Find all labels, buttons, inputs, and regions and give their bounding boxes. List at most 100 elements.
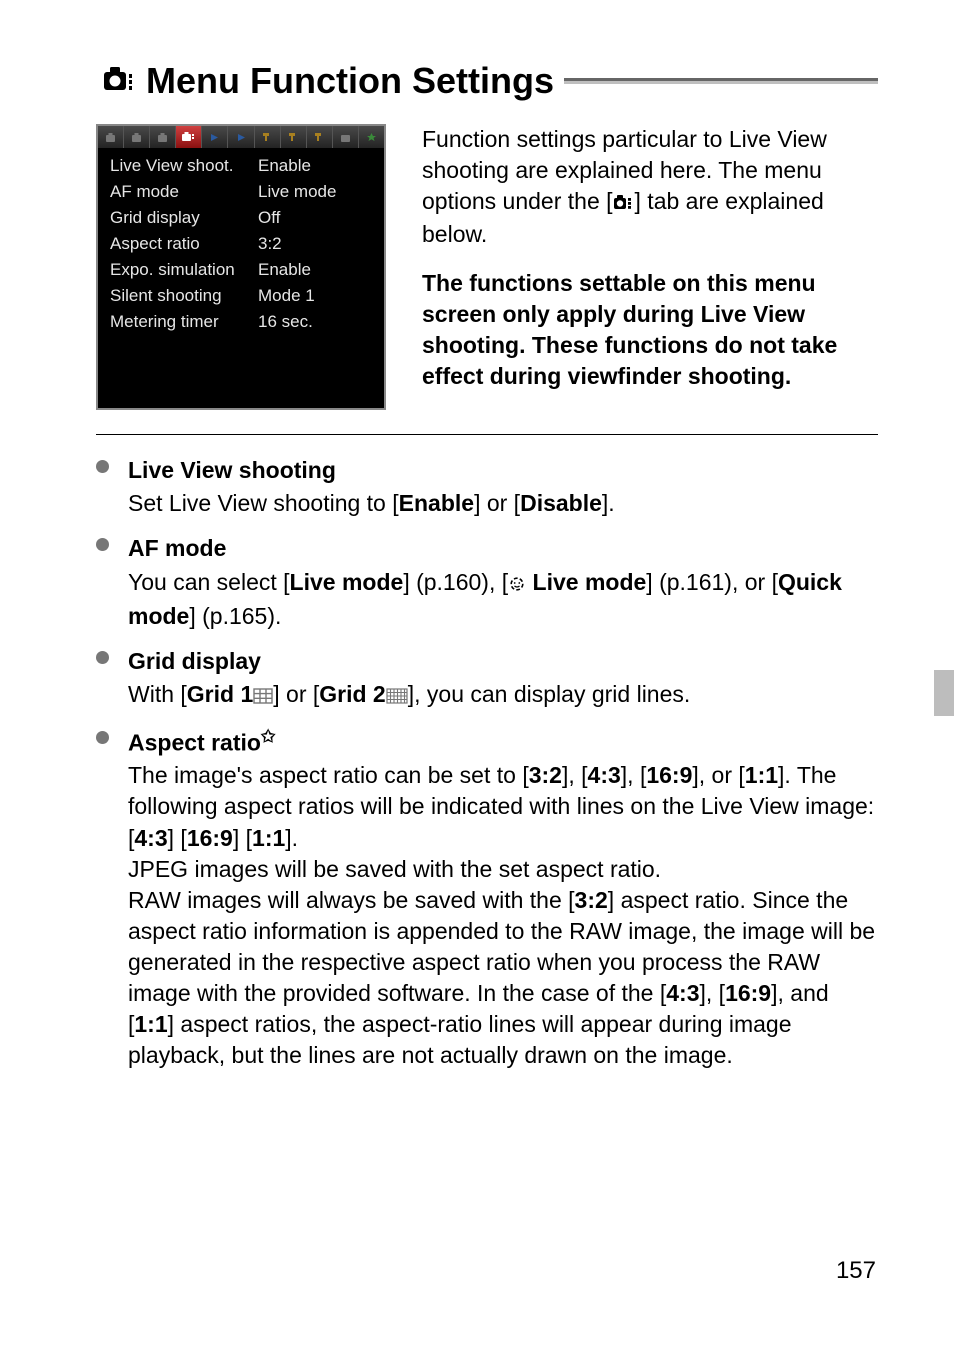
- bullet-title-text: Aspect ratio: [128, 729, 261, 755]
- bullet-grid-display: Grid display With [Grid 1 ] or [Grid 2 ], …: [96, 646, 878, 712]
- menu-tab: [228, 126, 254, 148]
- body-text: The image's aspect ratio can be set to [: [128, 762, 529, 788]
- body-text: ].: [602, 490, 615, 516]
- body-text: ] (p.165).: [189, 603, 281, 629]
- menu-row-value: Live mode: [258, 182, 372, 202]
- face-detect-icon: [508, 570, 526, 601]
- body-text: ], [: [700, 980, 726, 1006]
- body-text: Set Live View shooting to [: [128, 490, 399, 516]
- body-bold: 4:3: [134, 825, 167, 851]
- menu-row: Live View shoot. Enable: [98, 153, 384, 179]
- body-bold: 1:1: [134, 1011, 167, 1037]
- menu-rows: Live View shoot. Enable AF mode Live mod…: [98, 149, 384, 341]
- bullet-title: Grid display: [128, 646, 878, 677]
- body-text: ] [: [233, 825, 252, 851]
- body-text: ] aspect ratios, the aspect-ratio lines …: [128, 1011, 792, 1068]
- menu-tab: [281, 126, 307, 148]
- menu-row-value: Mode 1: [258, 286, 372, 306]
- body-bold: Live mode: [290, 569, 404, 595]
- divider: [96, 434, 878, 435]
- menu-row-label: Expo. simulation: [110, 260, 258, 280]
- bullet-body: The image's aspect ratio can be set to […: [128, 760, 878, 1070]
- menu-tab: [150, 126, 176, 148]
- menu-row-value: Off: [258, 208, 372, 228]
- body-bold: 1:1: [745, 762, 778, 788]
- body-bold: 1:1: [252, 825, 285, 851]
- menu-tab: [202, 126, 228, 148]
- body-bold: Grid 2: [319, 681, 385, 707]
- body-bold: 16:9: [187, 825, 233, 851]
- menu-tab-bar: [98, 126, 384, 149]
- body-bold: 4:3: [588, 762, 621, 788]
- menu-row-value: 3:2: [258, 234, 372, 254]
- bullet-marker-icon: [96, 731, 109, 744]
- body-text: ].: [285, 825, 298, 851]
- body-text: With [: [128, 681, 187, 707]
- body-bold: Live mode: [526, 569, 646, 595]
- body-bold: 3:2: [529, 762, 562, 788]
- menu-row: Aspect ratio 3:2: [98, 231, 384, 257]
- bullet-marker-icon: [96, 651, 109, 664]
- page-title: Menu Function Settings: [146, 60, 554, 102]
- bullet-body: You can select [Live mode] (p.160), [ Li…: [128, 567, 878, 632]
- camera-lv-icon: [613, 188, 635, 219]
- intro-paragraph-1: Function settings particular to Live Vie…: [422, 124, 878, 250]
- body-bold: 16:9: [646, 762, 692, 788]
- menu-row-label: Live View shoot.: [110, 156, 258, 176]
- intro-paragraph-2: The functions settable on this menu scre…: [422, 268, 878, 392]
- bullet-title: Live View shooting: [128, 455, 878, 486]
- menu-row-label: Aspect ratio: [110, 234, 258, 254]
- body-text: ] (p.161), or [: [646, 569, 778, 595]
- body-bold: Grid 1: [187, 681, 253, 707]
- body-text: ] [: [168, 825, 187, 851]
- menu-tab: [307, 126, 333, 148]
- menu-row-label: Grid display: [110, 208, 258, 228]
- bullet-body: With [Grid 1 ] or [Grid 2 ], you can displ…: [128, 679, 878, 712]
- menu-tab: [255, 126, 281, 148]
- page-title-row: Menu Function Settings: [96, 60, 878, 102]
- menu-row-value: Enable: [258, 260, 372, 280]
- grid-6x4-icon: [386, 681, 408, 712]
- bullet-live-view-shooting: Live View shooting Set Live View shootin…: [96, 455, 878, 519]
- grid-3x3-icon: [253, 681, 273, 712]
- body-bold: 4:3: [666, 980, 699, 1006]
- menu-tab-active: [176, 126, 202, 148]
- body-bold: Enable: [399, 490, 474, 516]
- menu-row-label: Metering timer: [110, 312, 258, 332]
- menu-row-label: Silent shooting: [110, 286, 258, 306]
- menu-tab: [124, 126, 150, 148]
- body-text: ] (p.160), [: [403, 569, 508, 595]
- menu-row: Metering timer 16 sec.: [98, 309, 384, 335]
- title-rule: [564, 78, 878, 84]
- menu-row: AF mode Live mode: [98, 179, 384, 205]
- body-bold: 16:9: [725, 980, 771, 1006]
- body-bold: 3:2: [575, 887, 608, 913]
- body-text: ], [: [621, 762, 647, 788]
- bullet-marker-icon: [96, 460, 109, 473]
- body-text: ], you can display grid lines.: [408, 681, 691, 707]
- body-text: RAW images will always be saved with the…: [128, 887, 575, 913]
- body-text: ].: [778, 762, 797, 788]
- menu-row: Silent shooting Mode 1: [98, 283, 384, 309]
- bullet-title: AF mode: [128, 533, 878, 564]
- menu-row: Grid display Off: [98, 205, 384, 231]
- body-text: ], [: [562, 762, 588, 788]
- body-text: ] or [: [273, 681, 319, 707]
- camera-menu-icon: [96, 64, 136, 99]
- body-text: JPEG images will be saved with the set a…: [128, 856, 661, 882]
- camera-menu-screenshot: Live View shoot. Enable AF mode Live mod…: [96, 124, 386, 410]
- page-number: 157: [836, 1257, 876, 1285]
- bullet-af-mode: AF mode You can select [Live mode] (p.16…: [96, 533, 878, 631]
- bullet-aspect-ratio: Aspect ratio✩ The image's aspect ratio c…: [96, 726, 878, 1071]
- menu-tab: [359, 126, 384, 148]
- menu-row: Expo. simulation Enable: [98, 257, 384, 283]
- menu-row-value: Enable: [258, 156, 372, 176]
- bullet-title: Aspect ratio✩: [128, 726, 878, 759]
- body-bold: Disable: [520, 490, 602, 516]
- bullet-marker-icon: [96, 538, 109, 551]
- menu-row-label: AF mode: [110, 182, 258, 202]
- menu-row-value: 16 sec.: [258, 312, 372, 332]
- star-icon: ✩: [261, 727, 275, 746]
- menu-tab: [98, 126, 124, 148]
- bullet-body: Set Live View shooting to [Enable] or [D…: [128, 488, 878, 519]
